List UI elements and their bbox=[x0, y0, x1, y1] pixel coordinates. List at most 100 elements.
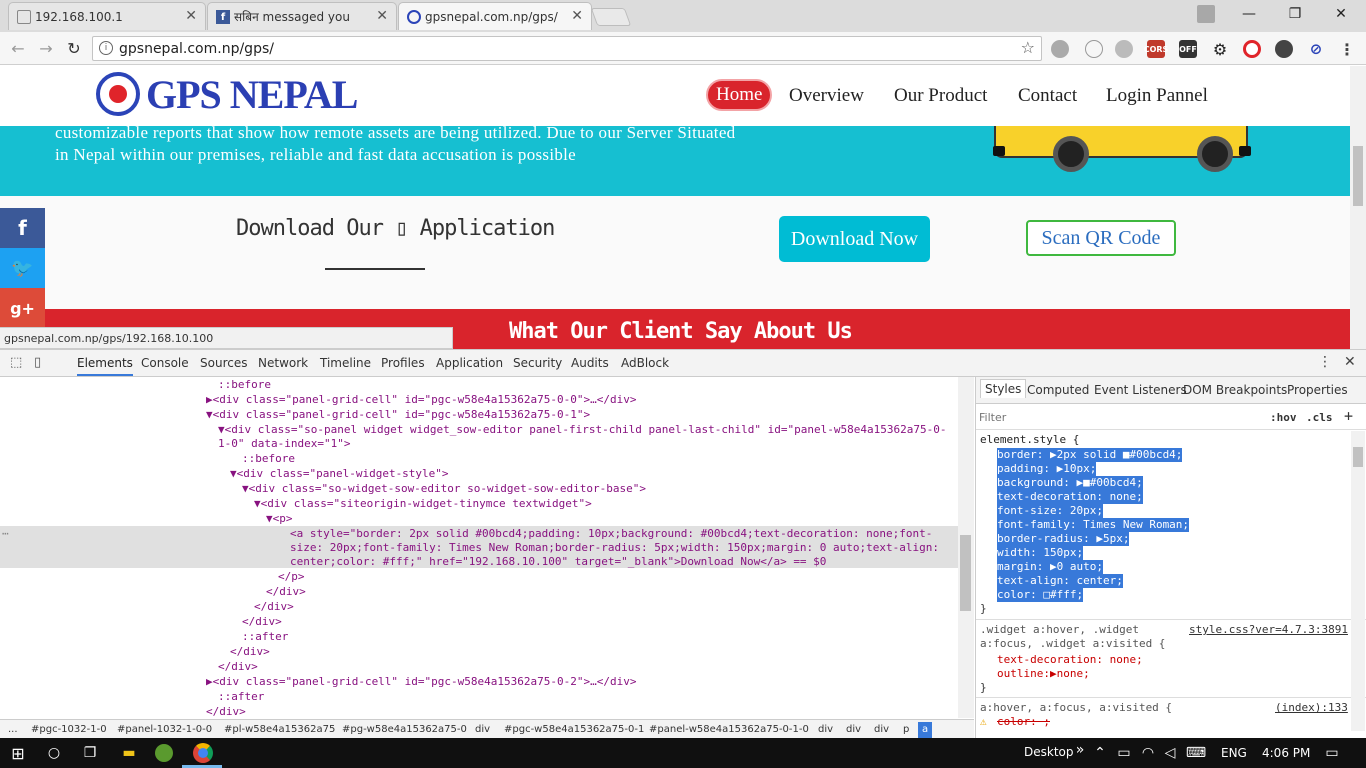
breadcrumb-item[interactable]: ... bbox=[8, 724, 18, 735]
dom-line[interactable]: ▶<div class="panel-grid-cell" id="pgc-w5… bbox=[206, 393, 636, 407]
breadcrumb-item[interactable]: div bbox=[475, 724, 490, 735]
devtools-menu-icon[interactable]: ⋮ bbox=[1318, 354, 1332, 370]
tab-computed[interactable]: Computed bbox=[1027, 383, 1089, 397]
elements-scrollbar[interactable] bbox=[958, 377, 974, 718]
breadcrumb-item[interactable]: #panel-1032-1-0-0 bbox=[117, 724, 212, 735]
dom-line[interactable]: </div> bbox=[254, 600, 294, 614]
breadcrumb-item[interactable]: #pg-w58e4a15362a75-0 bbox=[342, 724, 467, 735]
breadcrumb-item[interactable]: p bbox=[903, 724, 909, 735]
dom-line[interactable]: ::before bbox=[242, 452, 295, 466]
tab-dom-breakpoints[interactable]: DOM Breakpoints bbox=[1183, 383, 1287, 397]
dom-line[interactable]: ▼<div class="so-panel widget widget_sow-… bbox=[218, 423, 946, 437]
dom-line-selected[interactable]: center;color: #fff;" href="192.168.10.10… bbox=[290, 555, 826, 569]
dom-line[interactable]: ::before bbox=[218, 378, 271, 392]
dom-line[interactable]: ▼<p> bbox=[266, 512, 293, 526]
task-view-icon[interactable]: ❐ bbox=[80, 744, 100, 762]
rule-selector[interactable]: a:hover, a:focus, a:visited { bbox=[980, 701, 1172, 715]
style-property[interactable]: margin: ▶0 auto; bbox=[997, 560, 1103, 574]
style-property[interactable]: text-decoration: none; bbox=[997, 653, 1143, 667]
dom-line[interactable]: ▼<div class="panel-widget-style"> bbox=[230, 467, 449, 481]
up-arrow-icon[interactable]: ⌃ bbox=[1090, 744, 1110, 762]
add-rule-icon[interactable]: + bbox=[1344, 407, 1353, 425]
rule-selector[interactable]: a:focus, .widget a:visited { bbox=[980, 637, 1165, 651]
rule-selector[interactable]: .widget a:hover, .widget bbox=[980, 623, 1139, 637]
dom-line[interactable]: </div> bbox=[218, 660, 258, 674]
style-property[interactable]: font-family: Times New Roman; bbox=[997, 518, 1190, 532]
nav-our-product[interactable]: Our Product bbox=[894, 85, 987, 107]
block-icon[interactable]: ⊘ bbox=[1307, 40, 1325, 58]
dom-line[interactable]: </div> bbox=[266, 585, 306, 599]
nav-overview[interactable]: Overview bbox=[789, 85, 864, 107]
breadcrumb-item[interactable]: #pgc-1032-1-0 bbox=[31, 724, 107, 735]
dom-line-selected[interactable]: <a style="border: 2px solid #00bcd4;padd… bbox=[290, 527, 932, 541]
breadcrumb-item[interactable]: #pgc-w58e4a15362a75-0-1 bbox=[504, 724, 644, 735]
minimize-icon[interactable]: — bbox=[1226, 0, 1272, 28]
element-style-selector[interactable]: element.style { bbox=[980, 433, 1079, 447]
bookmark-star-icon[interactable]: ☆ bbox=[1021, 38, 1035, 57]
breadcrumb-item[interactable]: div bbox=[818, 724, 833, 735]
style-property[interactable]: border: ▶2px solid ■#00bcd4; bbox=[997, 448, 1183, 462]
clock[interactable]: 4:06 PM bbox=[1262, 746, 1310, 760]
nav-contact[interactable]: Contact bbox=[1018, 85, 1077, 107]
style-property[interactable]: border-radius: ▶5px; bbox=[997, 532, 1130, 546]
tab-network[interactable]: Network bbox=[258, 356, 308, 370]
reload-icon[interactable]: ↻ bbox=[64, 38, 84, 58]
tab-application[interactable]: Application bbox=[436, 356, 503, 370]
cloud-icon[interactable] bbox=[1051, 40, 1069, 58]
maximize-icon[interactable]: ❐ bbox=[1272, 0, 1318, 28]
download-now-button[interactable]: Download Now bbox=[779, 216, 930, 262]
off-extension-icon[interactable]: OFF bbox=[1179, 40, 1197, 58]
dom-line[interactable]: ▼<div class="panel-grid-cell" id="pgc-w5… bbox=[206, 408, 590, 422]
tab-event-listeners[interactable]: Event Listeners bbox=[1094, 383, 1187, 397]
tab-facebook[interactable]: f सबिन messaged you ✕ bbox=[207, 2, 397, 30]
style-property[interactable]: font-size: 20px; bbox=[997, 504, 1103, 518]
dom-line[interactable]: </p> bbox=[278, 570, 305, 584]
style-property[interactable]: background: ▶■#00bcd4; bbox=[997, 476, 1143, 490]
tab-properties[interactable]: Properties bbox=[1287, 383, 1348, 397]
styles-scrollbar[interactable] bbox=[1351, 431, 1365, 731]
style-property[interactable]: text-decoration: none; bbox=[997, 490, 1143, 504]
close-tab-icon[interactable]: ✕ bbox=[376, 8, 388, 24]
chevron-icon[interactable]: » bbox=[1070, 741, 1090, 759]
dom-line[interactable]: </div> bbox=[206, 705, 246, 718]
wifi-icon[interactable]: ◠ bbox=[1138, 744, 1158, 762]
close-tab-icon[interactable]: ✕ bbox=[571, 8, 583, 24]
tab-styles[interactable]: Styles bbox=[980, 379, 1027, 398]
cortana-icon[interactable]: ○ bbox=[44, 744, 64, 762]
dom-line[interactable]: </div> bbox=[242, 615, 282, 629]
tab-audits[interactable]: Audits bbox=[571, 356, 609, 370]
style-property[interactable]: width: 150px; bbox=[997, 546, 1084, 560]
style-property[interactable]: padding: ▶10px; bbox=[997, 462, 1097, 476]
address-bar[interactable]: i gpsnepal.com.np/gps/ ☆ bbox=[92, 36, 1042, 61]
battery-icon[interactable]: ▭ bbox=[1114, 744, 1134, 762]
volume-icon[interactable]: ◁ bbox=[1160, 744, 1180, 762]
tab-router[interactable]: 192.168.100.1 ✕ bbox=[8, 2, 206, 30]
dom-line[interactable]: </div> bbox=[230, 645, 270, 659]
breadcrumb-item[interactable]: div bbox=[846, 724, 861, 735]
dom-line[interactable]: ▶<div class="panel-grid-cell" id="pgc-w5… bbox=[206, 675, 636, 689]
dom-line-selected[interactable]: size: 20px;font-family: Times New Roman;… bbox=[290, 541, 939, 555]
page-scrollbar[interactable] bbox=[1350, 66, 1366, 349]
style-property[interactable]: color: ; bbox=[997, 715, 1050, 729]
elements-tree[interactable]: ⋯ ::before ▶<div class="panel-grid-cell"… bbox=[0, 377, 958, 718]
cors-extension-icon[interactable]: CORS bbox=[1144, 40, 1168, 58]
dom-line[interactable]: ::after bbox=[218, 690, 264, 704]
breadcrumb-item-active[interactable]: a bbox=[918, 722, 933, 738]
nav-home[interactable]: Home bbox=[706, 79, 773, 111]
incognito-icon[interactable] bbox=[1275, 40, 1293, 58]
rule-source-link[interactable]: (index):133 bbox=[1275, 701, 1348, 715]
inspect-icon[interactable]: ⬚ bbox=[10, 355, 22, 370]
language-indicator[interactable]: ENG bbox=[1221, 746, 1247, 760]
scan-qr-button[interactable]: Scan QR Code bbox=[1026, 220, 1176, 256]
dom-line[interactable]: 1-0" data-index="1"> bbox=[218, 437, 350, 451]
file-explorer-icon[interactable]: ▬ bbox=[119, 744, 139, 762]
twitter-share-icon[interactable]: 🐦 bbox=[0, 248, 45, 288]
notifications-icon[interactable]: ▭ bbox=[1322, 744, 1342, 762]
back-icon[interactable]: ← bbox=[8, 38, 28, 58]
opera-icon[interactable] bbox=[1243, 40, 1261, 58]
google-plus-share-icon[interactable]: g+ bbox=[0, 288, 45, 328]
app-icon[interactable] bbox=[155, 744, 173, 762]
user-profile-icon[interactable] bbox=[1186, 0, 1226, 28]
new-tab-button[interactable] bbox=[590, 8, 632, 26]
site-logo[interactable]: GPS NEPAL bbox=[146, 71, 358, 118]
